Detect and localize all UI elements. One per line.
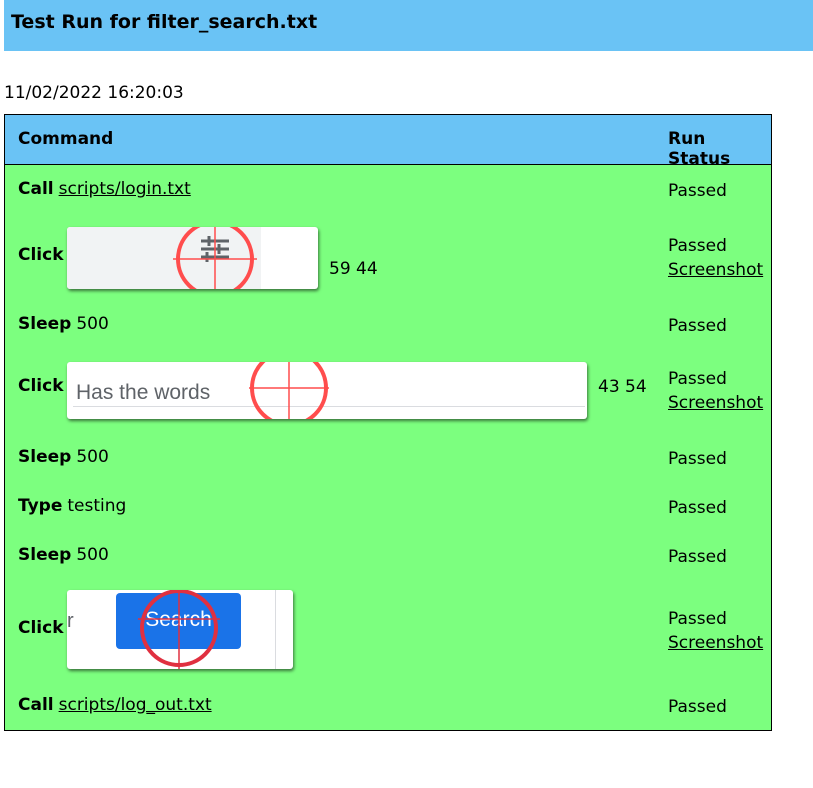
run-status: Passed: [668, 498, 727, 518]
report-title-bar: Test Run for filter_search.txt: [4, 0, 813, 51]
report-title: Test Run for filter_search.txt: [11, 11, 318, 33]
table-row: Click 59 44 Passed Screenshot: [5, 217, 771, 297]
table-row: Type testing Passed: [5, 478, 771, 527]
command-argument: 500: [76, 447, 109, 467]
run-status: Passed: [668, 181, 727, 201]
click-coordinates: 43 54: [598, 377, 647, 397]
command-argument: 500: [76, 314, 109, 334]
script-link-login[interactable]: scripts/login.txt: [59, 179, 191, 199]
command-keyword: Type: [18, 496, 63, 516]
table-row: Click Has the words 43 54 Passed Screens…: [5, 349, 771, 429]
run-status: Passed: [668, 697, 727, 717]
screenshot-link[interactable]: Screenshot: [668, 258, 763, 282]
thumbnail-partial-text: r: [67, 610, 74, 632]
crosshair-icon: [249, 362, 329, 419]
run-status: Passed: [668, 369, 727, 389]
table-row: Call scripts/log_out.txt Passed: [5, 688, 771, 730]
run-status: Passed: [668, 236, 727, 256]
command-argument: 500: [76, 545, 109, 565]
table-row: Sleep 500 Passed: [5, 429, 771, 478]
click-screenshot-thumbnail[interactable]: r Search: [67, 590, 293, 669]
run-status: Passed: [668, 316, 727, 336]
table-row: Sleep 500 Passed: [5, 527, 771, 576]
click-coordinates: 59 44: [329, 259, 378, 279]
column-header-run-status: Run Status: [668, 129, 731, 169]
run-status: Passed: [668, 449, 727, 469]
screenshot-link[interactable]: Screenshot: [668, 391, 763, 415]
command-keyword: Call: [18, 179, 54, 199]
crosshair-icon: [173, 227, 257, 289]
command-keyword: Click: [18, 245, 64, 265]
command-keyword: Click: [18, 376, 64, 396]
screenshot-link[interactable]: Screenshot: [668, 631, 763, 655]
table-row: Call scripts/login.txt Passed: [5, 165, 771, 217]
run-timestamp: 11/02/2022 16:20:03: [4, 83, 184, 103]
click-screenshot-thumbnail[interactable]: Has the words: [67, 362, 587, 419]
command-keyword: Click: [18, 618, 64, 638]
thumbnail-placeholder-text: Has the words: [76, 381, 211, 404]
table-row: Sleep 500 Passed: [5, 297, 771, 349]
input-underline: [73, 406, 585, 407]
table-header: Command Run Status: [5, 115, 771, 169]
command-keyword: Call: [18, 695, 54, 715]
table-row: Click r Search Passed Screenshot: [5, 576, 771, 688]
command-keyword: Sleep: [18, 447, 72, 467]
command-argument: testing: [67, 496, 127, 516]
script-link-log-out[interactable]: scripts/log_out.txt: [59, 695, 212, 715]
column-header-command: Command: [18, 129, 114, 149]
run-status: Passed: [668, 547, 727, 567]
command-keyword: Sleep: [18, 314, 72, 334]
results-table: Command Run Status Call scripts/login.tx…: [4, 114, 772, 731]
click-screenshot-thumbnail[interactable]: [67, 227, 318, 289]
run-status: Passed: [668, 609, 727, 629]
crosshair-icon: [138, 590, 220, 669]
thumbnail-divider: [275, 590, 276, 669]
command-keyword: Sleep: [18, 545, 72, 565]
